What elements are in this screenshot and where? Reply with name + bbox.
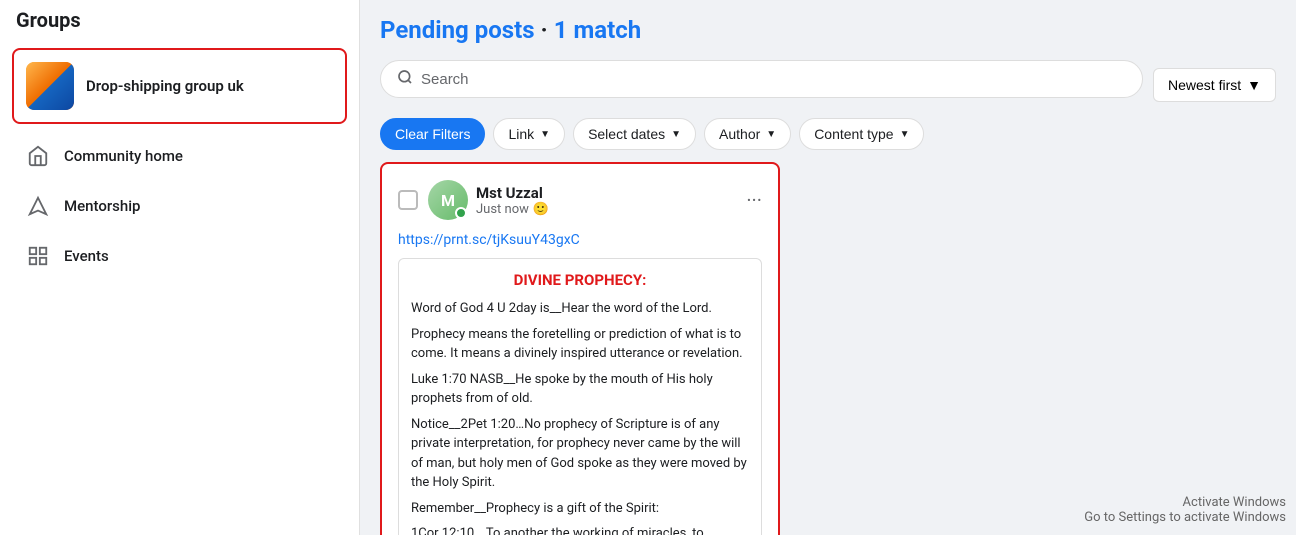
search-icon <box>397 69 413 89</box>
sidebar-item-events[interactable]: Events <box>8 232 351 280</box>
clear-filters-label: Clear Filters <box>395 126 470 142</box>
group-avatar-image <box>26 62 74 110</box>
sidebar-item-mentorship[interactable]: Mentorship <box>8 182 351 230</box>
dates-chevron-icon: ▼ <box>671 129 681 140</box>
mentorship-icon <box>24 192 52 220</box>
post-user-info: Mst Uzzal Just now 🙂 <box>476 184 746 217</box>
sort-label: Newest first <box>1168 77 1241 93</box>
title-row: Pending posts · 1 match <box>380 16 1276 56</box>
author-filter-button[interactable]: Author ▼ <box>704 118 791 150</box>
mentorship-label: Mentorship <box>64 197 140 215</box>
match-count: 1 match <box>554 16 641 44</box>
dates-filter-button[interactable]: Select dates ▼ <box>573 118 696 150</box>
sidebar-header: Groups <box>0 0 359 40</box>
post-header: M Mst Uzzal Just now 🙂 ··· <box>398 180 762 220</box>
link-filter-label: Link <box>508 126 534 142</box>
group-card[interactable]: Drop-shipping group uk <box>12 48 347 124</box>
filters-row: Clear Filters Link ▼ Select dates ▼ Auth… <box>360 110 1296 162</box>
post-checkbox[interactable] <box>398 190 418 210</box>
sidebar: Groups Drop-shipping group uk Community … <box>0 0 360 535</box>
events-icon <box>24 242 52 270</box>
search-input[interactable] <box>421 71 1126 88</box>
content-type-filter-label: Content type <box>814 126 893 142</box>
post-more-button[interactable]: ··· <box>746 188 762 212</box>
group-name: Drop-shipping group uk <box>86 77 244 95</box>
page-title: Pending posts · 1 match <box>380 16 641 44</box>
community-home-label: Community home <box>64 147 183 165</box>
avatar: M <box>428 180 468 220</box>
author-filter-label: Author <box>719 126 760 142</box>
home-icon <box>24 142 52 170</box>
time-emoji: 🙂 <box>533 202 549 217</box>
events-label: Events <box>64 247 109 265</box>
post-username: Mst Uzzal <box>476 184 746 202</box>
clear-filters-button[interactable]: Clear Filters <box>380 118 485 150</box>
activate-windows-line1: Activate Windows <box>1084 495 1286 510</box>
search-bar <box>380 60 1143 98</box>
link-chevron-icon: ▼ <box>540 129 550 140</box>
prophecy-text: Word of God 4 U 2day is__Hear the word o… <box>411 299 749 535</box>
sidebar-title: Groups <box>16 8 343 32</box>
sidebar-item-community-home[interactable]: Community home <box>8 132 351 180</box>
author-chevron-icon: ▼ <box>766 129 776 140</box>
prophecy-title: DIVINE PROPHECY: <box>411 271 749 289</box>
main-header: Pending posts · 1 match Newest first ▼ <box>360 0 1296 110</box>
post-content-box: DIVINE PROPHECY: Word of God 4 U 2day is… <box>398 258 762 535</box>
sort-chevron-icon: ▼ <box>1247 77 1261 93</box>
post-area: M Mst Uzzal Just now 🙂 ··· https://prnt.… <box>360 162 1296 535</box>
post-link[interactable]: https://prnt.sc/tjKsuuY43gxC <box>398 232 762 248</box>
activate-windows-line2: Go to Settings to activate Windows <box>1084 510 1286 525</box>
online-indicator <box>455 207 467 219</box>
content-type-filter-button[interactable]: Content type ▼ <box>799 118 924 150</box>
main-content: Pending posts · 1 match Newest first ▼ C… <box>360 0 1296 535</box>
sort-button[interactable]: Newest first ▼ <box>1153 68 1276 102</box>
group-avatar <box>26 62 74 110</box>
dates-filter-label: Select dates <box>588 126 665 142</box>
link-filter-button[interactable]: Link ▼ <box>493 118 565 150</box>
post-card: M Mst Uzzal Just now 🙂 ··· https://prnt.… <box>380 162 780 535</box>
content-type-chevron-icon: ▼ <box>900 129 910 140</box>
windows-activation: Activate Windows Go to Settings to activ… <box>1084 495 1286 525</box>
post-time: Just now 🙂 <box>476 202 746 217</box>
